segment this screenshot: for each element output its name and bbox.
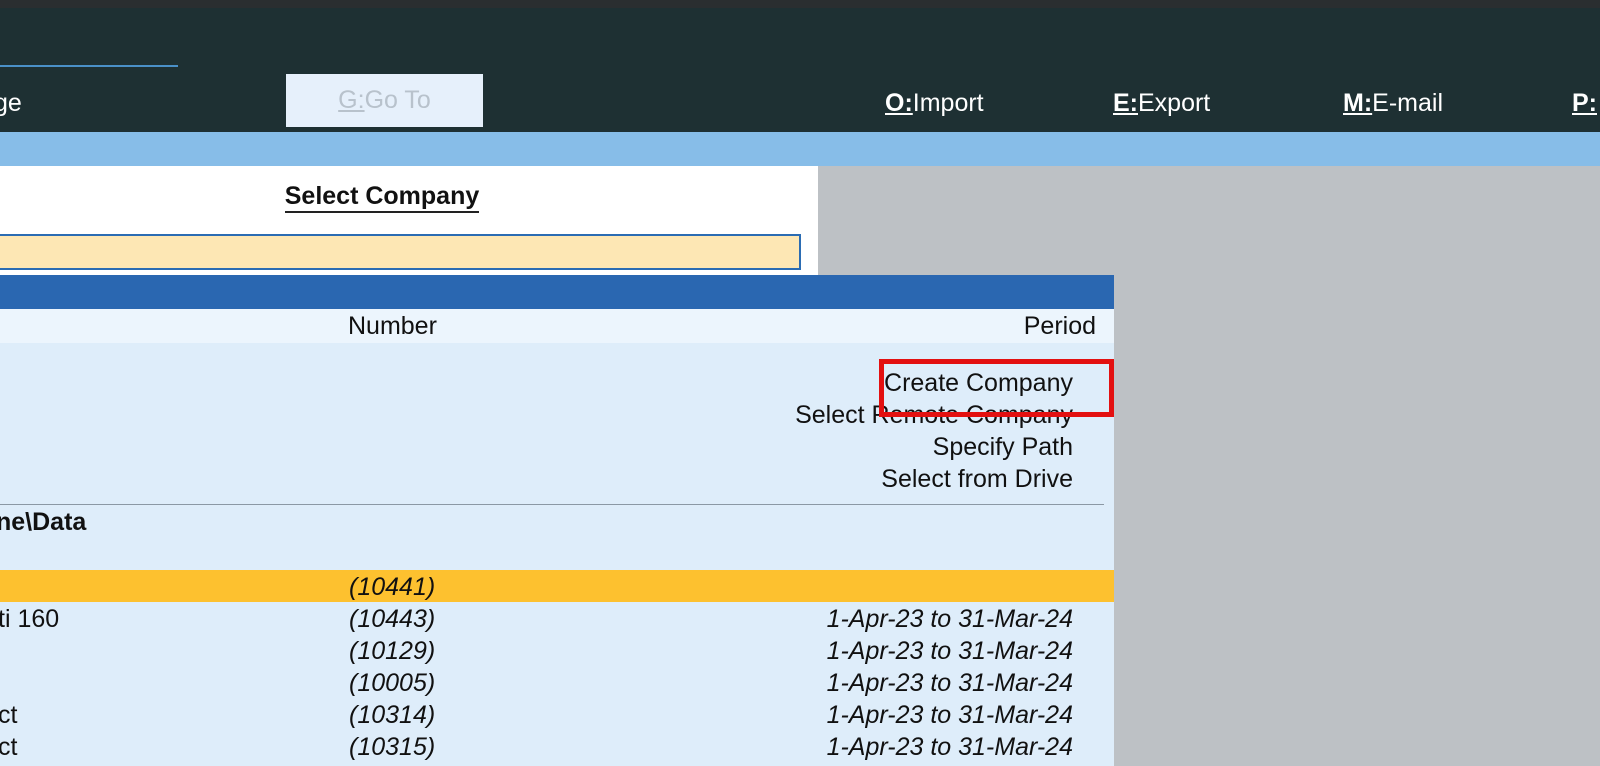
company-row[interactable]: ct (10314) 1-Apr-23 to 31-Mar-24 (0, 698, 1114, 730)
select-company-panel: Select Company (0, 166, 818, 276)
panel-title: Select Company (0, 182, 764, 213)
company-number: (10005) (349, 669, 436, 697)
goto-label: Go To (364, 86, 431, 114)
toolbar-item-partial[interactable]: ge (0, 83, 22, 123)
export-button[interactable]: E:Export (1113, 83, 1210, 123)
list-divider (0, 504, 1104, 505)
company-period: 1-Apr-23 to 31-Mar-24 (826, 733, 1073, 761)
company-period: 1-Apr-23 to 31-Mar-24 (826, 669, 1073, 697)
goto-key: G: (338, 86, 365, 114)
company-list-panel: Number Period Create Company Select Remo… (0, 275, 1114, 766)
company-number: (10314) (349, 701, 436, 729)
company-period: 1-Apr-23 to 31-Mar-24 (826, 701, 1073, 729)
export-label: Export (1138, 89, 1211, 117)
company-row[interactable]: ti 160 (10443) 1-Apr-23 to 31-Mar-24 (0, 602, 1114, 634)
print-button[interactable]: P: (1572, 83, 1597, 123)
company-number: (10441) (349, 573, 436, 601)
select-from-drive-action[interactable]: Select from Drive (881, 465, 1073, 494)
top-strip (0, 0, 1600, 8)
company-search-input[interactable] (0, 234, 801, 270)
company-number: (10129) (349, 637, 436, 665)
column-header-row: Number Period (0, 309, 1114, 343)
company-number: (10315) (349, 733, 436, 761)
import-label: Import (912, 89, 984, 117)
data-path-label: ne\Data (0, 508, 87, 536)
active-tab-underline (0, 65, 178, 67)
company-number: (10443) (349, 605, 436, 633)
goto-button[interactable]: G:Go To (286, 74, 483, 127)
company-row[interactable]: (10005) 1-Apr-23 to 31-Mar-24 (0, 666, 1114, 698)
email-label: E-mail (1372, 89, 1443, 117)
company-name: ti 160 (0, 605, 60, 633)
column-period-header: Period (1023, 312, 1096, 340)
email-key: M: (1343, 89, 1373, 117)
print-key: P: (1572, 89, 1597, 117)
import-key: O: (885, 89, 913, 117)
company-period: 1-Apr-23 to 31-Mar-24 (826, 605, 1073, 633)
company-period: 1-Apr-23 to 31-Mar-24 (826, 637, 1073, 665)
specify-path-action[interactable]: Specify Path (933, 433, 1073, 462)
email-button[interactable]: M:E-mail (1343, 83, 1443, 123)
toolbar-item-partial-label: ge (0, 89, 22, 117)
company-name: ct (0, 701, 18, 729)
column-number-header: Number (348, 312, 437, 340)
company-row[interactable]: (10129) 1-Apr-23 to 31-Mar-24 (0, 634, 1114, 666)
company-name: ct (0, 733, 18, 761)
create-company-highlight (879, 359, 1114, 417)
panel-title-text: Select Company (284, 182, 480, 213)
company-row[interactable]: ct (10315) 1-Apr-23 to 31-Mar-24 (0, 730, 1114, 762)
export-key: E: (1113, 89, 1138, 117)
top-toolbar: ge G:Go To O:Import E:Export M:E-mail P: (0, 8, 1600, 132)
title-bar (0, 132, 1600, 166)
import-button[interactable]: O:Import (885, 83, 984, 123)
company-row[interactable]: (10441) (0, 570, 1114, 602)
list-header-bar (0, 275, 1114, 309)
